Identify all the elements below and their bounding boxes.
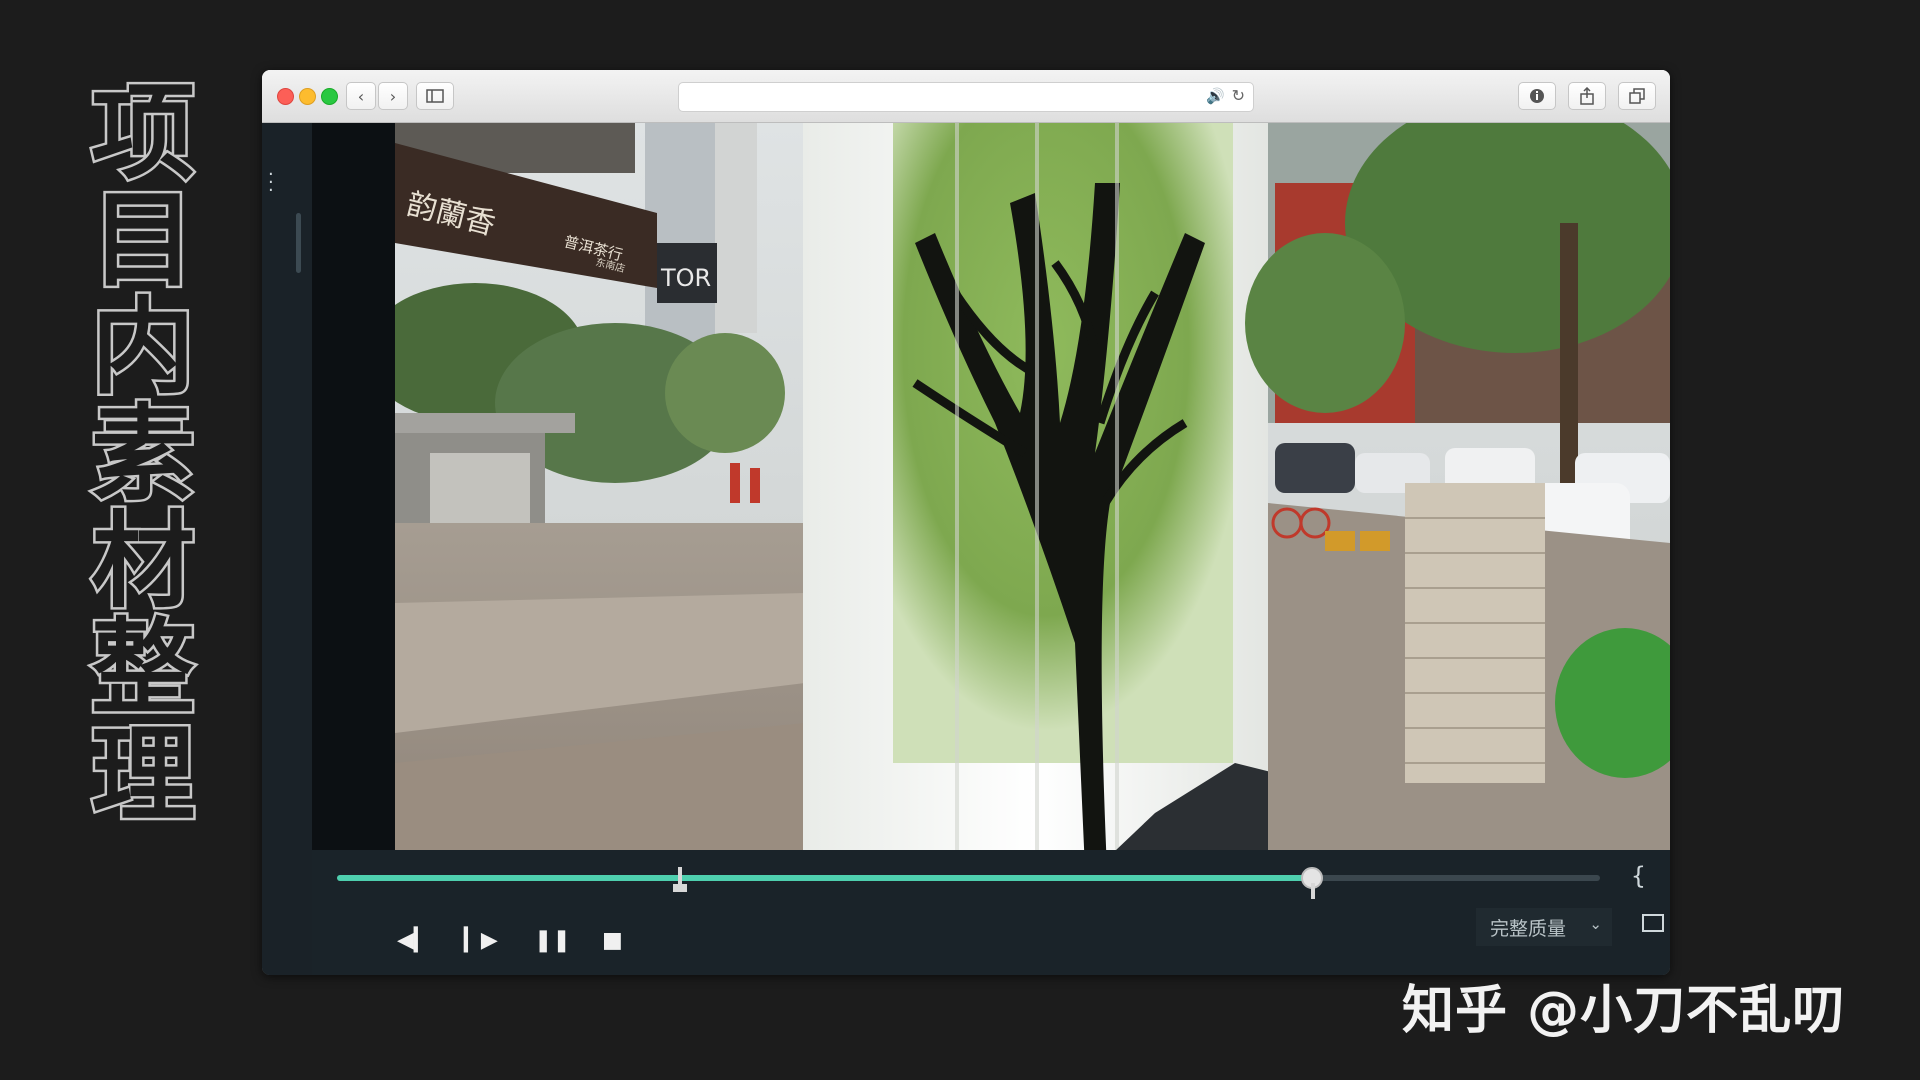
pause-button[interactable]: ❚❚ <box>534 928 571 953</box>
timeline-track[interactable] <box>337 867 1600 899</box>
frame-letterbox <box>312 123 395 850</box>
step-back-button[interactable]: ◀︎▎ <box>397 928 431 953</box>
out-point-marker[interactable]: { <box>1631 862 1646 890</box>
in-point-marker[interactable] <box>673 867 687 892</box>
title-char: 理 <box>88 714 197 836</box>
video-preview[interactable]: 韵蘭香 普洱茶行 东南店 TOR <box>395 123 1670 870</box>
sidebar-button[interactable] <box>416 82 454 110</box>
playhead-stem <box>1310 883 1315 899</box>
title-char: 项 <box>88 72 197 194</box>
playback-controls: { ◀︎▎ ▎▶︎ ❚❚ ■ 完整质量 ⌄ <box>312 850 1670 975</box>
close-window-button[interactable] <box>277 88 294 105</box>
watermark: 知乎 @小刀不乱叨 <box>1402 981 1846 1041</box>
forward-button[interactable]: › <box>378 82 408 110</box>
share-icon <box>1580 87 1594 105</box>
timeline-progress <box>337 875 1323 881</box>
step-forward-icon: ▎▶︎ <box>464 928 498 953</box>
rail-scrollbar[interactable] <box>296 213 301 273</box>
title-char: 材 <box>88 500 197 622</box>
share-button[interactable] <box>1568 82 1606 110</box>
title-char: 目 <box>88 179 197 301</box>
info-icon <box>1530 89 1544 103</box>
quality-label: 完整质量 <box>1490 917 1567 940</box>
title-char: 内 <box>88 286 197 408</box>
chevron-right-icon: › <box>389 86 397 106</box>
more-options-icon[interactable]: · · · <box>268 166 274 200</box>
info-button[interactable] <box>1518 82 1556 110</box>
speaker-icon[interactable]: 🔊 <box>1206 87 1225 105</box>
back-button[interactable]: ‹ <box>346 82 376 110</box>
reload-icon[interactable]: ↻ <box>1232 86 1245 105</box>
title-char: 素 <box>88 393 197 515</box>
editor-left-rail: · · · <box>262 123 313 975</box>
browser-toolbar: ‹ › 🔊 ↻ <box>262 70 1670 123</box>
page-content: · · · 韵蘭香 普洱茶行 东南店 TOR {◀︎▎ ▎▶︎ ❚❚ ■ 完整… <box>262 123 1670 975</box>
tabs-button[interactable] <box>1618 82 1656 110</box>
browser-window: ‹ › 🔊 ↻ · · · 韵蘭香 普洱茶行 东南店 TOR {◀︎▎ ▎▶︎… <box>262 70 1670 975</box>
tabs-icon <box>1629 88 1645 104</box>
pause-icon: ❚❚ <box>534 928 571 953</box>
address-bar[interactable]: 🔊 ↻ <box>678 82 1254 112</box>
monitor-icon[interactable] <box>1642 914 1664 932</box>
video-frame-image: 韵蘭香 普洱茶行 东南店 TOR <box>395 123 1670 870</box>
stop-button[interactable]: ■ <box>602 928 623 953</box>
step-back-icon: ◀︎▎ <box>397 928 431 953</box>
quality-dropdown[interactable]: 完整质量 ⌄ <box>1476 908 1612 946</box>
vertical-title: 项 目 内 素 材 整 理 <box>78 72 208 836</box>
chevron-down-icon: ⌄ <box>1589 915 1602 933</box>
minimize-window-button[interactable] <box>299 88 316 105</box>
zoom-window-button[interactable] <box>321 88 338 105</box>
store-sign-text: TOR <box>660 264 711 292</box>
sidebar-icon <box>426 89 444 103</box>
title-char: 整 <box>88 607 197 729</box>
step-forward-button[interactable]: ▎▶︎ <box>464 928 498 953</box>
chevron-left-icon: ‹ <box>357 86 365 106</box>
stop-icon: ■ <box>602 928 623 953</box>
